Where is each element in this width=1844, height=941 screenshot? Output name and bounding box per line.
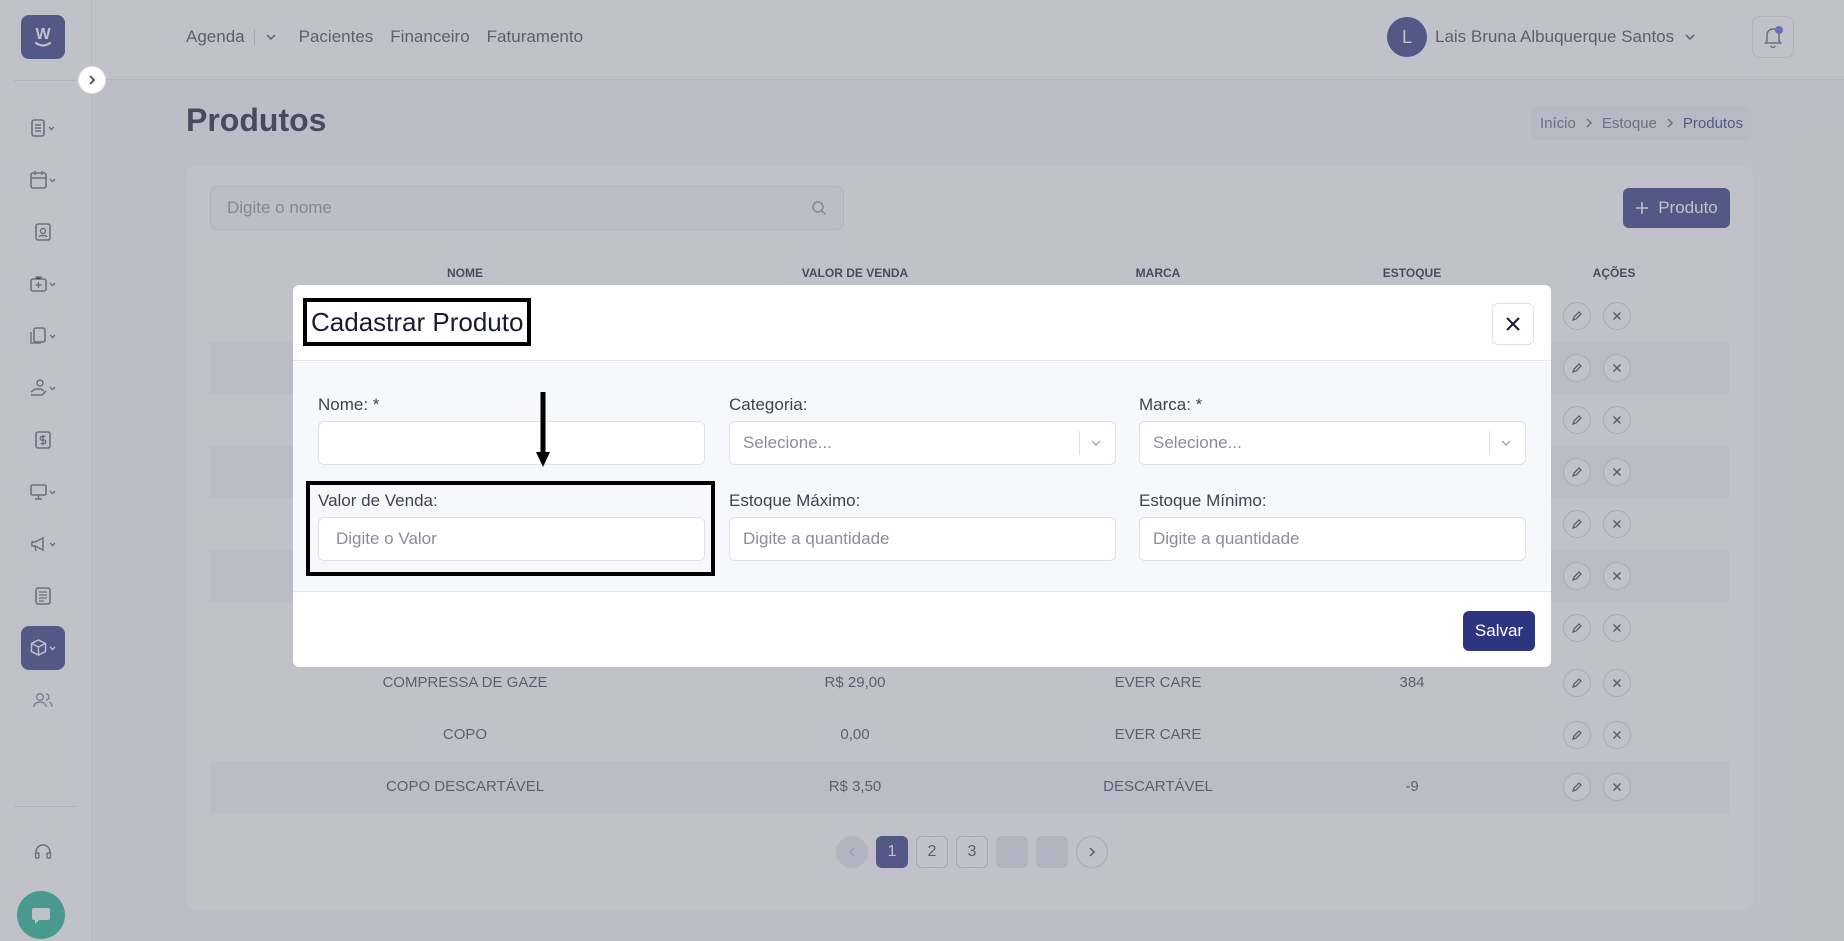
marca-placeholder: Selecione... bbox=[1153, 433, 1242, 452]
categoria-select[interactable]: Selecione... bbox=[729, 421, 1116, 465]
close-button[interactable] bbox=[1492, 303, 1534, 345]
product-modal: Cadastrar Produto Nome: * Categoria: Sel… bbox=[293, 285, 1551, 667]
label-categoria: Categoria: bbox=[729, 395, 808, 414]
sidebar-toggle-button[interactable] bbox=[78, 66, 106, 94]
modal-title: Cadastrar Produto bbox=[303, 298, 532, 346]
label-marca: Marca: * bbox=[1139, 395, 1203, 414]
marca-select[interactable]: Selecione... bbox=[1139, 421, 1526, 465]
annotation-arrow-icon bbox=[536, 392, 550, 467]
chevron-down-icon bbox=[1091, 440, 1101, 447]
estoque-maximo-placeholder: Digite a quantidade bbox=[743, 529, 890, 548]
annotation-highlight-box bbox=[306, 481, 715, 576]
select-divider bbox=[1489, 431, 1490, 455]
label-estoque-maximo: Estoque Máximo: bbox=[729, 491, 861, 510]
select-divider bbox=[1079, 431, 1080, 455]
close-icon bbox=[1506, 317, 1520, 331]
categoria-placeholder: Selecione... bbox=[743, 433, 832, 452]
save-button[interactable]: Salvar bbox=[1463, 611, 1535, 651]
estoque-maximo-field[interactable]: Digite a quantidade bbox=[729, 517, 1116, 561]
label-estoque-minimo: Estoque Mínimo: bbox=[1139, 491, 1267, 510]
modal-header: Cadastrar Produto bbox=[293, 285, 1551, 361]
estoque-minimo-placeholder: Digite a quantidade bbox=[1153, 529, 1300, 548]
chevron-right-icon bbox=[89, 75, 96, 85]
estoque-minimo-field[interactable]: Digite a quantidade bbox=[1139, 517, 1526, 561]
nome-field[interactable] bbox=[318, 421, 705, 465]
chevron-down-icon bbox=[1501, 440, 1511, 447]
label-nome: Nome: * bbox=[318, 395, 380, 414]
